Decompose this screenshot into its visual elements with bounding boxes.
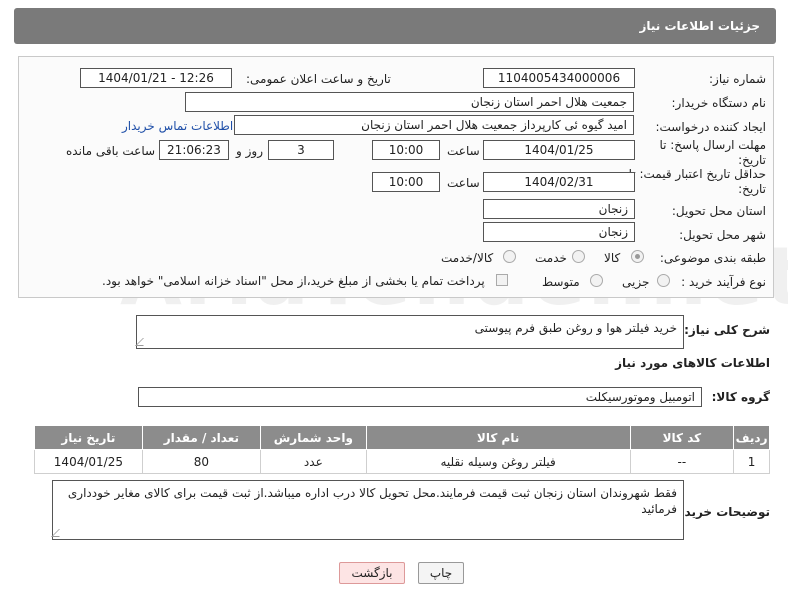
buyer-contact-link[interactable]: اطلاعات تماس خریدار bbox=[122, 119, 233, 133]
category-label: طبقه بندی موضوعی: bbox=[659, 251, 766, 265]
days-label: روز و bbox=[236, 144, 263, 158]
category-option-service: خدمت bbox=[535, 251, 567, 265]
category-option-goods: کالا bbox=[604, 251, 621, 265]
days-field: 3 bbox=[268, 140, 334, 160]
resize-handle-icon[interactable] bbox=[51, 529, 67, 537]
delivery-province-label: استان محل تحویل: bbox=[671, 204, 766, 218]
col-name: نام کالا bbox=[365, 425, 631, 450]
goods-table-header-row: ردیف کد کالا نام کالا واحد شمارش تعداد /… bbox=[34, 425, 770, 450]
buyer-org-field: جمعیت هلال احمر استان زنجان bbox=[185, 92, 634, 112]
cell-code: -- bbox=[629, 449, 735, 474]
announce-field: 1404/01/21 - 12:26 bbox=[80, 68, 232, 88]
announce-label: تاریخ و ساعت اعلان عمومی: bbox=[246, 72, 391, 86]
remaining-time-label: ساعت باقی مانده bbox=[66, 144, 156, 158]
deadline-time-field: 10:00 bbox=[372, 140, 440, 160]
col-code: کد کالا bbox=[629, 425, 735, 450]
deadline-time-label: ساعت bbox=[447, 144, 480, 158]
buyer-notes-textarea[interactable]: فقط شهروندان استان زنجان ثبت قیمت فرماین… bbox=[51, 480, 684, 540]
table-row: 1 -- فیلتر روغن وسیله نقلیه عدد 80 1404/… bbox=[34, 449, 770, 474]
col-date: تاریخ نیاز bbox=[34, 425, 143, 450]
price-valid-time-field: 10:00 bbox=[372, 172, 440, 192]
cell-qty: 80 bbox=[141, 449, 262, 474]
cell-unit: عدد bbox=[260, 449, 367, 474]
col-row: ردیف bbox=[733, 425, 770, 450]
category-radio-both[interactable] bbox=[503, 250, 516, 263]
goods-section-title: اطلاعات کالاهای مورد نیاز bbox=[615, 356, 770, 370]
goods-group-field: اتومبیل وموتورسیکلت bbox=[138, 387, 702, 407]
need-number-label: شماره نیاز: bbox=[709, 72, 766, 86]
goods-table: ردیف کد کالا نام کالا واحد شمارش تعداد /… bbox=[34, 425, 770, 474]
category-radio-service[interactable] bbox=[572, 250, 585, 263]
buyer-notes-text: فقط شهروندان استان زنجان ثبت قیمت فرماین… bbox=[67, 486, 677, 516]
remaining-time-field: 21:06:23 bbox=[159, 140, 229, 160]
deadline-date-field: 1404/01/25 bbox=[483, 140, 635, 160]
page-header: جزئیات اطلاعات نیاز bbox=[14, 8, 776, 44]
buyer-org-label: نام دستگاه خریدار: bbox=[671, 96, 767, 110]
process-option-medium: متوسط bbox=[542, 275, 580, 289]
description-textarea[interactable]: خرید فیلتر هوا و روغن طبق فرم پیوستی bbox=[135, 315, 684, 349]
delivery-province-field: زنجان bbox=[483, 199, 635, 219]
treasury-payment-checkbox[interactable] bbox=[496, 274, 508, 286]
resize-handle-icon[interactable] bbox=[135, 338, 151, 346]
print-button[interactable]: چاپ bbox=[418, 562, 464, 584]
delivery-city-field: زنجان bbox=[483, 222, 635, 242]
col-qty: تعداد / مقدار bbox=[141, 425, 262, 450]
process-radio-medium[interactable] bbox=[590, 274, 603, 287]
category-option-both: کالا/خدمت bbox=[441, 251, 494, 265]
category-radio-goods[interactable] bbox=[631, 250, 644, 263]
col-unit: واحد شمارش bbox=[260, 425, 367, 450]
delivery-city-label: شهر محل تحویل: bbox=[679, 228, 766, 242]
description-text: خرید فیلتر هوا و روغن طبق فرم پیوستی bbox=[474, 321, 677, 335]
price-valid-time-label: ساعت bbox=[447, 176, 480, 190]
process-label: نوع فرآیند خرید : bbox=[681, 275, 766, 289]
back-button[interactable]: بازگشت bbox=[339, 562, 405, 584]
cell-row: 1 bbox=[733, 449, 770, 474]
deadline-label: مهلت ارسال پاسخ: تا تاریخ: bbox=[659, 138, 766, 167]
process-option-minor: جزیی bbox=[622, 275, 650, 289]
cell-date: 1404/01/25 bbox=[34, 449, 143, 474]
description-label: شرح کلی نیاز: bbox=[684, 323, 770, 337]
treasury-payment-note: پرداخت تمام یا بخشی از مبلغ خرید،از محل … bbox=[102, 274, 485, 288]
process-radio-minor[interactable] bbox=[657, 274, 670, 287]
price-valid-date-field: 1404/02/31 bbox=[483, 172, 635, 192]
price-valid-label: حداقل تاریخ اعتبار قیمت: تا تاریخ: bbox=[628, 167, 766, 196]
requester-field: امید گیوه ئی کارپرداز جمعیت هلال احمر اس… bbox=[234, 115, 634, 135]
goods-group-label: گروه کالا: bbox=[711, 390, 770, 404]
requester-label: ایجاد کننده درخواست: bbox=[655, 120, 766, 134]
goods-table-wrapper: ردیف کد کالا نام کالا واحد شمارش تعداد /… bbox=[34, 425, 770, 474]
page-title: جزئیات اطلاعات نیاز bbox=[639, 19, 760, 33]
need-number-field: 1104005434000006 bbox=[483, 68, 635, 88]
cell-name: فیلتر روغن وسیله نقلیه bbox=[365, 449, 631, 474]
